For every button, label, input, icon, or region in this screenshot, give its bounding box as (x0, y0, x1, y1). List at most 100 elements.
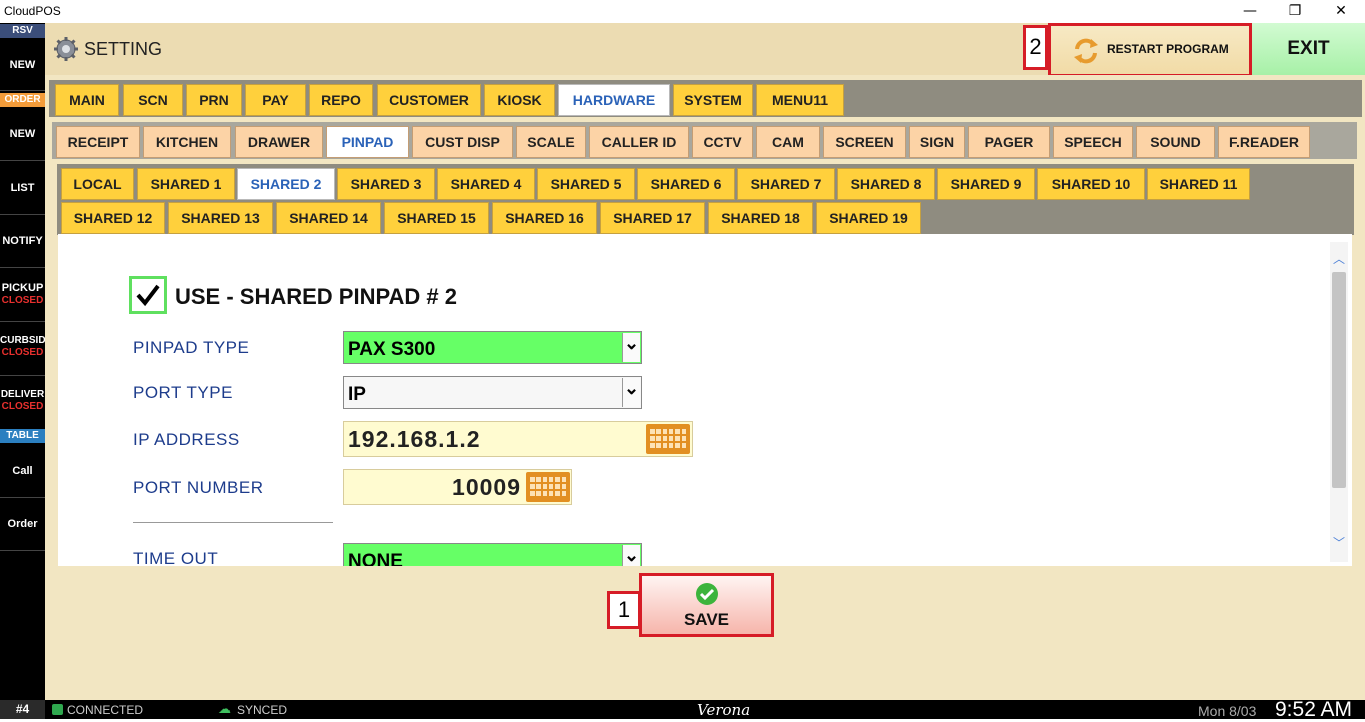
tab-pinpad-shared-14[interactable]: SHARED 14 (276, 202, 381, 234)
sidebar-item-call[interactable]: Call (0, 465, 45, 477)
sidebar-item-rsv-new[interactable]: NEW (0, 59, 45, 71)
tab-hw-caller-id[interactable]: CALLER ID (589, 126, 689, 158)
ip-address-input[interactable]: 192.168.1.2 (343, 421, 693, 457)
keyboard-icon[interactable] (646, 424, 690, 454)
exit-button[interactable]: EXIT (1252, 23, 1365, 75)
check-circle-icon (696, 583, 718, 605)
tab-pinpad-shared-18[interactable]: SHARED 18 (708, 202, 813, 234)
ip-address-value: 192.168.1.2 (348, 426, 481, 452)
tab-hw-cust-disp[interactable]: CUST DISP (412, 126, 513, 158)
sidebar-item-delivery[interactable]: DELIVER CLOSED (0, 389, 45, 412)
refresh-icon (1074, 38, 1098, 64)
sidebar: RSV NEW ORDER NEW LIST NOTIFY PICKUP CLO… (0, 23, 46, 700)
tab-pinpad-shared-15[interactable]: SHARED 15 (384, 202, 489, 234)
table-section-label: TABLE (0, 429, 45, 443)
scroll-down-icon[interactable]: ﹀ (1330, 534, 1348, 550)
tab-pinpad-shared-7[interactable]: SHARED 7 (737, 168, 835, 200)
window-titlebar: CloudPOS — ❐ ✕ (0, 0, 1365, 23)
tab-pinpad-shared-16[interactable]: SHARED 16 (492, 202, 597, 234)
tab-pinpad-shared-17[interactable]: SHARED 17 (600, 202, 705, 234)
timeout-label: TIME OUT (133, 549, 219, 566)
port-type-select[interactable]: IP ⌄ (343, 376, 642, 409)
tab-pinpad-shared-8[interactable]: SHARED 8 (837, 168, 935, 200)
save-button[interactable]: SAVE (639, 573, 774, 637)
tab-hw-cctv[interactable]: CCTV (692, 126, 753, 158)
tab-hw-pager[interactable]: PAGER (968, 126, 1050, 158)
tab-main-scn[interactable]: SCN (123, 84, 183, 116)
tab-pinpad-shared-12[interactable]: SHARED 12 (61, 202, 165, 234)
port-type-value: IP (348, 384, 366, 405)
restart-program-button[interactable]: RESTART PROGRAM (1048, 23, 1252, 77)
tab-pinpad-shared-10[interactable]: SHARED 10 (1037, 168, 1145, 200)
tab-pinpad-shared-13[interactable]: SHARED 13 (168, 202, 273, 234)
tab-pinpad-shared-3[interactable]: SHARED 3 (337, 168, 435, 200)
tab-hw-sound[interactable]: SOUND (1136, 126, 1215, 158)
tab-main-customer[interactable]: CUSTOMER (377, 84, 481, 116)
keyboard-icon[interactable] (526, 472, 570, 502)
tab-hw-scale[interactable]: SCALE (516, 126, 586, 158)
scroll-thumb[interactable] (1332, 272, 1346, 488)
cloud-icon: ☁ (218, 701, 231, 716)
sidebar-item-pickup[interactable]: PICKUP CLOSED (0, 282, 45, 306)
tab-pinpad-shared-9[interactable]: SHARED 9 (937, 168, 1035, 200)
sidebar-item-notify[interactable]: NOTIFY (0, 235, 45, 247)
order-section-label: ORDER (0, 93, 45, 107)
chevron-down-icon: ⌄ (622, 545, 640, 566)
tab-pinpad-shared-4[interactable]: SHARED 4 (437, 168, 535, 200)
terminal-number: #4 (0, 700, 45, 719)
sidebar-item-list[interactable]: LIST (0, 182, 45, 194)
tab-pinpad-shared-6[interactable]: SHARED 6 (637, 168, 735, 200)
tab-pinpad-shared-19[interactable]: SHARED 19 (816, 202, 921, 234)
tab-hw-kitchen[interactable]: KITCHEN (143, 126, 231, 158)
tab-hw-speech[interactable]: SPEECH (1053, 126, 1133, 158)
location-name: Verona (697, 701, 751, 719)
sidebar-item-order[interactable]: Order (0, 518, 45, 530)
port-number-label: PORT NUMBER (133, 478, 264, 497)
minimize-button[interactable]: — (1227, 0, 1273, 23)
tab-hw-pinpad[interactable]: PINPAD (326, 126, 409, 158)
tab-main-main[interactable]: MAIN (55, 84, 119, 116)
scroll-up-icon[interactable]: ︿ (1330, 250, 1348, 266)
tab-main-system[interactable]: SYSTEM (673, 84, 753, 116)
tab-pinpad-local[interactable]: LOCAL (61, 168, 134, 200)
pinpad-type-value: PAX S300 (348, 339, 436, 360)
tab-pinpad-shared-5[interactable]: SHARED 5 (537, 168, 635, 200)
sidebar-item-label: PICKUP (1, 282, 44, 294)
save-marker: 1 (607, 591, 641, 629)
sidebar-item-curbside[interactable]: CURBSID CLOSED (0, 335, 46, 358)
curbside-status: CLOSED (1, 347, 44, 358)
form-scrollbar[interactable]: ︿ ﹀ (1330, 242, 1348, 562)
tab-hw-receipt[interactable]: RECEIPT (56, 126, 140, 158)
sidebar-item-order-new[interactable]: NEW (0, 128, 45, 140)
divider (133, 522, 333, 523)
use-pinpad-label: USE - SHARED PINPAD # 2 (175, 284, 457, 309)
pinpad-type-select[interactable]: PAX S300 ⌄ (343, 331, 642, 364)
tab-hw-screen[interactable]: SCREEN (823, 126, 906, 158)
tab-main-menu11[interactable]: MENU11 (756, 84, 844, 116)
port-number-input[interactable]: 10009 (343, 469, 572, 505)
tab-main-kiosk[interactable]: KIOSK (484, 84, 555, 116)
tab-main-pay[interactable]: PAY (245, 84, 306, 116)
use-pinpad-checkbox[interactable] (129, 276, 167, 314)
pinpad-type-label: PINPAD TYPE (133, 338, 250, 357)
tab-main-hardware[interactable]: HARDWARE (558, 84, 670, 116)
tab-hw-drawer[interactable]: DRAWER (235, 126, 323, 158)
close-button[interactable]: ✕ (1318, 0, 1364, 23)
timeout-select[interactable]: NONE ⌄ (343, 543, 642, 566)
port-type-label: PORT TYPE (133, 383, 233, 402)
maximize-button[interactable]: ❐ (1272, 0, 1318, 23)
tab-pinpad-shared-11[interactable]: SHARED 11 (1147, 168, 1250, 200)
rsv-section-label: RSV (0, 24, 45, 38)
tab-main-prn[interactable]: PRN (186, 84, 242, 116)
tab-hw-f-reader[interactable]: F.READER (1218, 126, 1310, 158)
tab-pinpad-shared-2[interactable]: SHARED 2 (237, 168, 335, 200)
tab-pinpad-shared-1[interactable]: SHARED 1 (137, 168, 235, 200)
tab-hw-sign[interactable]: SIGN (909, 126, 965, 158)
sidebar-item-label: CURBSID (0, 335, 46, 346)
window-title: CloudPOS (4, 4, 61, 18)
tab-main-repo[interactable]: REPO (309, 84, 373, 116)
restart-marker: 2 (1023, 25, 1048, 70)
pickup-status: CLOSED (1, 295, 44, 306)
tab-hw-cam[interactable]: CAM (756, 126, 820, 158)
synced-status: SYNCED (237, 703, 288, 717)
